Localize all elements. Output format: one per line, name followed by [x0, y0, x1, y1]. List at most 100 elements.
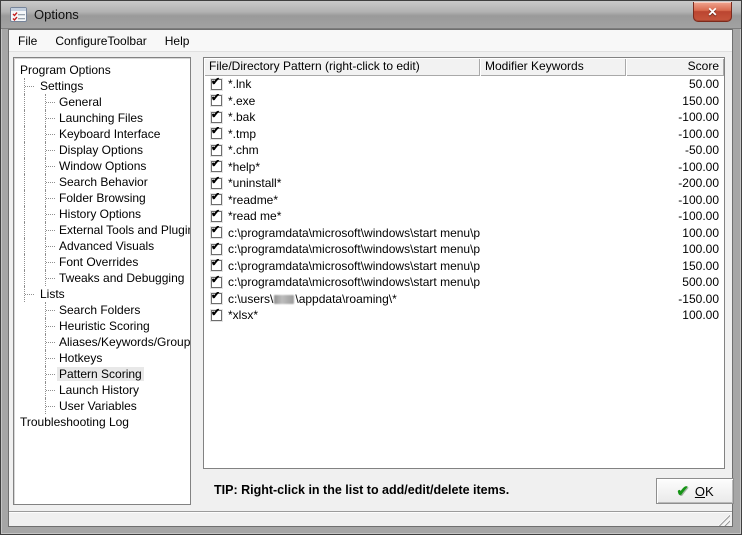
resize-grip-icon[interactable] [718, 514, 730, 526]
pattern-label: c:\users\ \appdata\roaming\* [228, 291, 397, 306]
pattern-checkbox[interactable]: ✔ [211, 226, 222, 239]
pattern-row[interactable]: ✔ *.lnk 50.00 [204, 76, 724, 93]
column-header-modifier-keywords[interactable]: Modifier Keywords [480, 58, 626, 76]
tree-item-display-options[interactable]: Display Options [14, 142, 190, 158]
tree-connector [46, 214, 55, 215]
tree-item-general[interactable]: General [14, 94, 190, 110]
check-icon: ✔ [676, 482, 689, 500]
pattern-checkbox[interactable]: ✔ [211, 143, 222, 156]
tree-item-label: Pattern Scoring [57, 367, 144, 381]
tree-item-tweaks-and-debugging[interactable]: Tweaks and Debugging [14, 270, 190, 286]
pattern-checkbox[interactable]: ✔ [211, 242, 222, 255]
tree-guide-line [24, 126, 25, 142]
checkmark-icon: ✔ [211, 176, 221, 187]
pattern-checkbox[interactable]: ✔ [211, 292, 222, 305]
pattern-row[interactable]: ✔ *.bak -100.00 [204, 109, 724, 126]
pattern-label: c:\programdata\microsoft\windows\start m… [228, 225, 480, 240]
tree-item-user-variables[interactable]: User Variables [14, 398, 190, 414]
column-header-score[interactable]: Score [626, 58, 724, 76]
list-header: File/Directory Pattern (right-click to e… [204, 58, 724, 76]
options-category-tree: Program Options Settings General Launching … [13, 57, 191, 505]
options-window: Options ✕ File ConfigureToolbar Help Progr… [0, 0, 742, 535]
pattern-row[interactable]: ✔ *readme* -100.00 [204, 192, 724, 209]
pattern-row[interactable]: ✔ c:\programdata\microsoft\windows\start … [204, 241, 724, 258]
tree-item-label: History Options [59, 207, 142, 221]
tree-connector [46, 326, 55, 327]
menu-item-help[interactable]: Help [156, 31, 199, 51]
pattern-checkbox[interactable]: ✔ [211, 127, 222, 140]
pattern-checkbox[interactable]: ✔ [211, 93, 222, 107]
list-body[interactable]: ✔ *.lnk 50.00 ✔ *.exe 150.00 ✔ *.bak -100.00 ✔ *.t… [204, 76, 724, 468]
tree-item-external-tools-and-plugins[interactable]: External Tools and Plugins [14, 222, 190, 238]
pattern-row[interactable]: ✔ *.tmp -100.00 [204, 126, 724, 143]
menu-item-file[interactable]: File [9, 31, 46, 51]
pattern-row[interactable]: ✔ c:\programdata\microsoft\windows\start … [204, 258, 724, 275]
score-cell: -100.00 [678, 126, 719, 141]
tree-item-aliases-keywords-groups[interactable]: Aliases/Keywords/Groups [14, 334, 190, 350]
tree-connector [46, 406, 55, 407]
pattern-label: c:\programdata\microsoft\windows\start m… [228, 242, 480, 257]
pattern-cell: ✔ *.tmp [204, 127, 480, 141]
pattern-label: *.tmp [228, 126, 257, 141]
ok-button[interactable]: ✔ OK [656, 478, 734, 504]
pattern-checkbox[interactable]: ✔ [211, 209, 222, 222]
pattern-cell: ✔ c:\programdata\microsoft\windows\start … [204, 242, 480, 256]
pattern-cell: ✔ *xlsx* [204, 308, 480, 322]
score-cell: -100.00 [678, 110, 719, 125]
tree-item-advanced-visuals[interactable]: Advanced Visuals [14, 238, 190, 254]
tree-item-launch-history[interactable]: Launch History [14, 382, 190, 398]
pattern-checkbox[interactable]: ✔ [211, 77, 222, 90]
pattern-checkbox[interactable]: ✔ [211, 192, 222, 206]
tree-item-window-options[interactable]: Window Options [14, 158, 190, 174]
tree-item-pattern-scoring[interactable]: Pattern Scoring [14, 366, 190, 382]
tree-connector [46, 390, 55, 391]
pattern-row[interactable]: ✔ *help* -100.00 [204, 159, 724, 176]
close-button[interactable]: ✕ [693, 2, 732, 22]
pattern-label: *.chm [228, 143, 259, 158]
menu-item-configuretoolbar[interactable]: ConfigureToolbar [46, 31, 155, 51]
tree-item-search-folders[interactable]: Search Folders [14, 302, 190, 318]
pattern-row[interactable]: ✔ *uninstall* -200.00 [204, 175, 724, 192]
pattern-row[interactable]: ✔ *xlsx* 100.00 [204, 307, 724, 324]
pattern-row[interactable]: ✔ c:\programdata\microsoft\windows\start … [204, 225, 724, 242]
pattern-label: *uninstall* [228, 176, 282, 191]
pattern-checkbox[interactable]: ✔ [211, 110, 222, 123]
column-header-pattern[interactable]: File/Directory Pattern (right-click to e… [204, 58, 480, 76]
pattern-checkbox[interactable]: ✔ [211, 308, 222, 321]
titlebar[interactable]: Options ✕ [1, 1, 741, 29]
tree-item-folder-browsing[interactable]: Folder Browsing [14, 190, 190, 206]
tree-connector [46, 342, 55, 343]
pattern-row[interactable]: ✔ *.chm -50.00 [204, 142, 724, 159]
tree-connector [46, 198, 55, 199]
checkmark-icon: ✔ [211, 308, 221, 319]
pattern-cell: ✔ *.bak [204, 110, 480, 124]
tree-item-heuristic-scoring[interactable]: Heuristic Scoring [14, 318, 190, 334]
tree-guide-line [24, 94, 25, 110]
tree-item-label: Keyboard Interface [59, 127, 161, 141]
tree-item-hotkeys[interactable]: Hotkeys [14, 350, 190, 366]
pattern-row[interactable]: ✔ c:\programdata\microsoft\windows\start … [204, 274, 724, 291]
checkmark-icon: ✔ [211, 77, 221, 88]
tree-item-keyboard-interface[interactable]: Keyboard Interface [14, 126, 190, 142]
tree-item-launching-files[interactable]: Launching Files [14, 110, 190, 126]
pattern-checkbox[interactable]: ✔ [211, 160, 222, 173]
tree-connector [46, 278, 55, 279]
tree-item-lists[interactable]: Lists [14, 286, 190, 302]
pattern-checkbox[interactable]: ✔ [211, 259, 222, 272]
tree-item-settings[interactable]: Settings [14, 78, 190, 94]
tree-item-troubleshooting-log[interactable]: Troubleshooting Log [14, 414, 190, 430]
pattern-row[interactable]: ✔ *read me* -100.00 [204, 208, 724, 225]
pattern-row[interactable]: ✔ *.exe 150.00 [204, 93, 724, 110]
pattern-checkbox[interactable]: ✔ [211, 275, 222, 288]
tree-item-label: Heuristic Scoring [59, 319, 150, 333]
pattern-checkbox[interactable]: ✔ [211, 176, 222, 189]
tree-item-history-options[interactable]: History Options [14, 206, 190, 222]
checkmark-icon: ✔ [211, 93, 221, 105]
pattern-row[interactable]: ✔ c:\users\ \appdata\roaming\* -150.00 [204, 291, 724, 308]
pattern-cell: ✔ c:\programdata\microsoft\windows\start … [204, 275, 480, 289]
tree-item-font-overrides[interactable]: Font Overrides [14, 254, 190, 270]
tree-item-program-options[interactable]: Program Options [14, 62, 190, 78]
tree-item-search-behavior[interactable]: Search Behavior [14, 174, 190, 190]
checkmark-icon: ✔ [211, 192, 221, 204]
tree-item-label: General [59, 95, 102, 109]
